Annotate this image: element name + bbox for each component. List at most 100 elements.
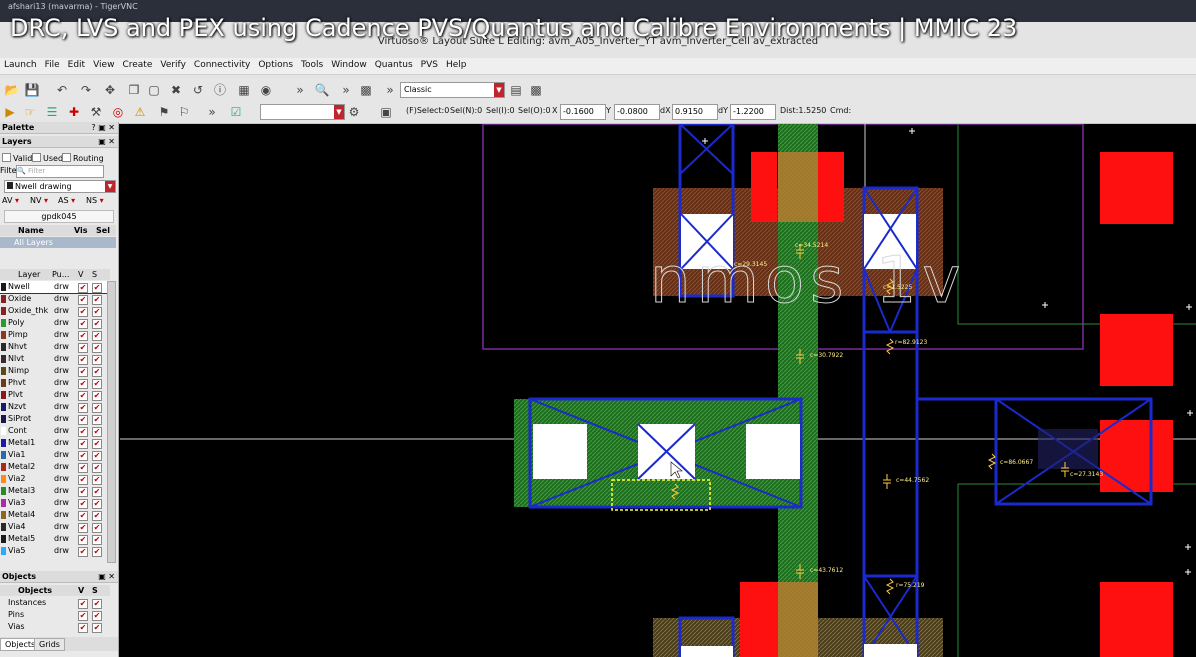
- menu-create[interactable]: Create: [118, 58, 156, 74]
- visible-checkbox[interactable]: ✔: [78, 391, 88, 401]
- place-icon[interactable]: ▩: [358, 82, 374, 98]
- crosshair-icon[interactable]: ✚: [66, 104, 82, 120]
- marker-icon[interactable]: ⚑: [156, 104, 172, 120]
- undo2-icon[interactable]: ↺: [190, 82, 206, 98]
- visible-checkbox[interactable]: ✔: [78, 535, 88, 545]
- layer-row[interactable]: Nhvt drw ✔ ✔: [0, 341, 110, 353]
- selectable-checkbox[interactable]: ✔: [92, 623, 102, 633]
- selectable-checkbox[interactable]: ✔: [92, 487, 102, 497]
- toolbar-more-1[interactable]: »: [292, 82, 308, 98]
- select-icon[interactable]: ▶: [2, 104, 18, 120]
- menu-quantus[interactable]: Quantus: [371, 58, 417, 74]
- selectable-checkbox[interactable]: ✔: [92, 451, 102, 461]
- menu-verify[interactable]: Verify: [156, 58, 190, 74]
- object-row-vias[interactable]: Vias ✔ ✔: [0, 621, 110, 633]
- layers-controls[interactable]: ▣ ✕: [98, 136, 115, 148]
- y-coordinate[interactable]: -0.0800: [614, 104, 660, 120]
- selectable-checkbox[interactable]: ✔: [92, 295, 102, 305]
- vis-option-av[interactable]: AV ▾: [2, 196, 19, 205]
- layer-row[interactable]: Via4 drw ✔ ✔: [0, 521, 110, 533]
- selectable-checkbox[interactable]: ✔: [92, 283, 102, 293]
- visible-checkbox[interactable]: ✔: [78, 319, 88, 329]
- palette-controls[interactable]: ? ▣ ✕: [91, 122, 115, 134]
- visible-checkbox[interactable]: ✔: [78, 427, 88, 437]
- layer-row[interactable]: Metal2 drw ✔ ✔: [0, 461, 110, 473]
- visible-checkbox[interactable]: ✔: [78, 599, 88, 609]
- filter-routing[interactable]: Routing: [62, 153, 104, 163]
- toolbar-more-2[interactable]: »: [338, 82, 354, 98]
- layer-list-scrollbar[interactable]: [107, 281, 116, 563]
- x-coordinate[interactable]: -0.1600: [560, 104, 606, 120]
- open-icon[interactable]: 📂: [4, 82, 20, 98]
- delete-icon[interactable]: ✖: [168, 82, 184, 98]
- vis-option-as[interactable]: AS ▾: [58, 196, 75, 205]
- tab-grids[interactable]: Grids: [34, 638, 65, 651]
- checklist-icon[interactable]: ☑: [228, 104, 244, 120]
- selectable-checkbox[interactable]: ✔: [92, 355, 102, 365]
- selectable-checkbox[interactable]: ✔: [92, 475, 102, 485]
- layer-row[interactable]: Metal4 drw ✔ ✔: [0, 509, 110, 521]
- option-icon[interactable]: ▣: [378, 104, 394, 120]
- menu-view[interactable]: View: [89, 58, 118, 74]
- visible-checkbox[interactable]: ✔: [78, 511, 88, 521]
- layer-row[interactable]: Pimp drw ✔ ✔: [0, 329, 110, 341]
- warning-icon[interactable]: ⚠: [132, 104, 148, 120]
- visible-checkbox[interactable]: ✔: [78, 463, 88, 473]
- visible-checkbox[interactable]: ✔: [78, 439, 88, 449]
- selectable-checkbox[interactable]: ✔: [92, 319, 102, 329]
- selectable-checkbox[interactable]: ✔: [92, 403, 102, 413]
- layout-drawing[interactable]: nmos 1v c=29.3145 c=34.5214 c=1.5225 r=8…: [120, 124, 1196, 657]
- menu-options[interactable]: Options: [254, 58, 297, 74]
- checkbox[interactable]: [2, 153, 11, 162]
- selectable-checkbox[interactable]: ✔: [92, 415, 102, 425]
- techlib-select[interactable]: gpdk045: [4, 210, 114, 223]
- visible-checkbox[interactable]: ✔: [78, 295, 88, 305]
- visible-checkbox[interactable]: ✔: [78, 611, 88, 621]
- pointer-icon[interactable]: ☞: [22, 104, 38, 120]
- visible-checkbox[interactable]: ✔: [78, 343, 88, 353]
- layer-row[interactable]: Nlvt drw ✔ ✔: [0, 353, 110, 365]
- visible-checkbox[interactable]: ✔: [78, 307, 88, 317]
- filter-valid[interactable]: Valid: [2, 153, 32, 163]
- visible-checkbox[interactable]: ✔: [78, 451, 88, 461]
- selectable-checkbox[interactable]: ✔: [92, 499, 102, 509]
- layer-select[interactable]: ▼: [260, 104, 345, 120]
- selectable-checkbox[interactable]: ✔: [92, 427, 102, 437]
- wrench-icon[interactable]: ⚒: [88, 104, 104, 120]
- property-icon[interactable]: ▦: [236, 82, 252, 98]
- stretch-icon[interactable]: ▢: [146, 82, 162, 98]
- visible-checkbox[interactable]: ✔: [78, 367, 88, 377]
- filter-input[interactable]: 🔍 Filter: [16, 165, 104, 178]
- selectable-checkbox[interactable]: ✔: [92, 367, 102, 377]
- menu-help[interactable]: Help: [442, 58, 471, 74]
- redo-icon[interactable]: ↷: [78, 82, 94, 98]
- layer-row[interactable]: Via1 drw ✔ ✔: [0, 449, 110, 461]
- layer-row[interactable]: Phvt drw ✔ ✔: [0, 377, 110, 389]
- visible-checkbox[interactable]: ✔: [78, 283, 88, 293]
- layer-row[interactable]: Nimp drw ✔ ✔: [0, 365, 110, 377]
- vis-option-nv[interactable]: NV ▾: [30, 196, 48, 205]
- layer-row[interactable]: Poly drw ✔ ✔: [0, 317, 110, 329]
- toolbar-more-4[interactable]: »: [204, 104, 220, 120]
- menu-window[interactable]: Window: [327, 58, 371, 74]
- objects-controls[interactable]: ▣ ✕: [98, 571, 115, 583]
- layer-row[interactable]: Metal1 drw ✔ ✔: [0, 437, 110, 449]
- selectable-checkbox[interactable]: ✔: [92, 523, 102, 533]
- checkbox[interactable]: [32, 153, 41, 162]
- visible-checkbox[interactable]: ✔: [78, 403, 88, 413]
- layer-row[interactable]: SiProt drw ✔ ✔: [0, 413, 110, 425]
- visible-checkbox[interactable]: ✔: [78, 487, 88, 497]
- menu-launch[interactable]: Launch: [0, 58, 41, 74]
- visible-checkbox[interactable]: ✔: [78, 523, 88, 533]
- copy-icon[interactable]: ❐: [126, 82, 142, 98]
- toolbar-more-3[interactable]: »: [382, 82, 398, 98]
- hierarchy-icon[interactable]: ◉: [258, 82, 274, 98]
- layer-row[interactable]: Oxide_thk drw ✔ ✔: [0, 305, 110, 317]
- layer-row[interactable]: Metal5 drw ✔ ✔: [0, 533, 110, 545]
- workspace-save-icon[interactable]: ▤: [508, 82, 524, 98]
- ruler-icon[interactable]: ☰: [44, 104, 60, 120]
- visible-checkbox[interactable]: ✔: [78, 475, 88, 485]
- menu-tools[interactable]: Tools: [297, 58, 327, 74]
- save-icon[interactable]: 💾: [24, 82, 40, 98]
- layer-row[interactable]: Plvt drw ✔ ✔: [0, 389, 110, 401]
